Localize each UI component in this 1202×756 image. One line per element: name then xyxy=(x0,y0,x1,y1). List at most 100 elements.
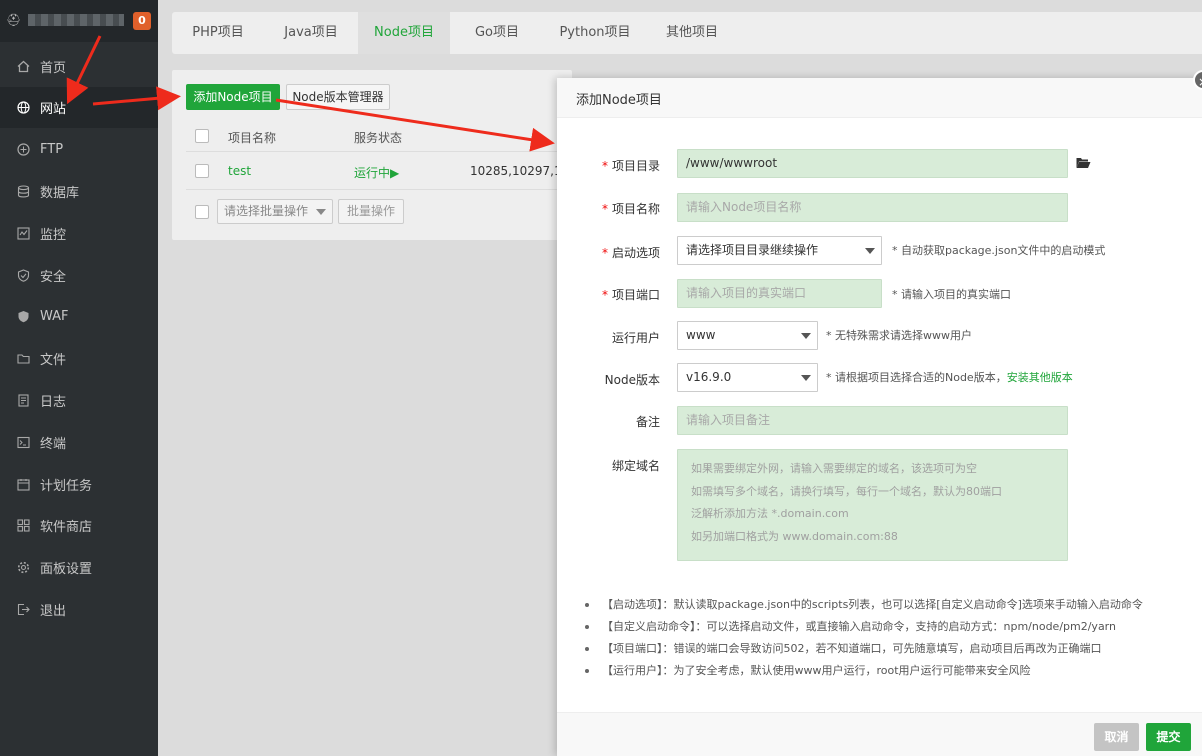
chevron-down-icon xyxy=(801,333,811,339)
tab-go[interactable]: Go项目 xyxy=(450,12,544,54)
label-remark: 备注 xyxy=(635,415,660,429)
label-project-name: * 项目名称 xyxy=(601,202,660,216)
tab-node[interactable]: Node项目 xyxy=(358,12,450,54)
apps-icon xyxy=(16,519,30,533)
tab-other[interactable]: 其他项目 xyxy=(646,12,738,54)
remark-input[interactable]: 请输入项目备注 xyxy=(677,406,1068,435)
table-header: 项目名称 服务状态 xyxy=(186,120,566,152)
sidebar-item-waf[interactable]: WAF xyxy=(0,296,158,337)
node-version-hint: * 请根据项目选择合适的Node版本，安装其他版本 xyxy=(826,371,1073,384)
project-port-input[interactable]: 请输入项目的真实端口 xyxy=(677,279,882,308)
calendar-icon xyxy=(16,478,30,492)
label-run-user: 运行用户 xyxy=(611,331,660,345)
shield-check-icon xyxy=(16,269,30,283)
tip-item: 【自定义启动命令】：可以选择启动文件，或直接输入启动命令，支持的启动方式：npm… xyxy=(585,616,1185,638)
logo-icon: ⛑ xyxy=(6,13,22,27)
sidebar-item-label: 监控 xyxy=(40,228,67,243)
sidebar-item-database[interactable]: 数据库 xyxy=(0,171,158,212)
chevron-down-icon xyxy=(865,248,875,254)
dialog-title: 添加Node项目 xyxy=(576,93,662,108)
tip-item: 【运行用户】：为了安全考虑，默认使用www用户运行，root用户运行可能带来安全… xyxy=(585,660,1185,682)
project-dir-input[interactable]: /www/wwwroot xyxy=(677,149,1068,178)
run-user-hint: * 无特殊需求请选择www用户 xyxy=(826,329,972,342)
start-option-value: 请选择项目目录继续操作 xyxy=(686,243,819,257)
sidebar-item-settings[interactable]: 面板设置 xyxy=(0,547,158,588)
project-status[interactable]: 运行中▶ xyxy=(354,164,399,181)
sidebar-item-label: 面板设置 xyxy=(40,562,93,577)
domain-placeholder-line: 如另加端口格式为 www.domain.com:88 xyxy=(691,529,898,543)
monitor-icon xyxy=(16,227,30,241)
sidebar: ⛑ 0 首页 网站 FTP 数据库 监控 安全 WAF 文件 日志 终端 计划任… xyxy=(0,0,158,756)
table-row: test 运行中▶ 10285,10297,10 xyxy=(186,152,570,190)
gear-icon xyxy=(16,561,30,575)
sidebar-item-logout[interactable]: 退出 xyxy=(0,589,158,630)
notification-badge[interactable]: 0 xyxy=(133,12,151,30)
chevron-down-icon xyxy=(316,209,326,215)
help-tips: 【启动选项】：默认读取package.json中的scripts列表，也可以选择… xyxy=(585,594,1185,682)
tab-java[interactable]: Java项目 xyxy=(264,12,358,54)
cancel-button[interactable]: 取消 xyxy=(1094,723,1139,751)
submit-button[interactable]: 提交 xyxy=(1146,723,1191,751)
sidebar-item-label: 软件商店 xyxy=(40,520,93,535)
sidebar-item-label: 计划任务 xyxy=(40,479,93,494)
label-project-dir: * 项目目录 xyxy=(601,159,660,173)
sidebar-item-label: 终端 xyxy=(40,437,67,452)
batch-checkbox[interactable] xyxy=(195,205,209,219)
domain-placeholder-line: 如果需要绑定外网，请输入需要绑定的域名，该选项可为空 xyxy=(691,462,977,475)
log-icon xyxy=(16,394,30,408)
batch-select-label: 请选择批量操作 xyxy=(224,204,309,218)
node-version-select[interactable]: v16.9.0 xyxy=(677,363,818,392)
logout-icon xyxy=(16,603,30,617)
folder-icon xyxy=(16,352,30,366)
chevron-down-icon xyxy=(801,375,811,381)
sidebar-item-ftp[interactable]: FTP xyxy=(0,129,158,170)
folder-open-icon[interactable] xyxy=(1076,157,1091,172)
sidebar-item-cron[interactable]: 计划任务 xyxy=(0,464,158,505)
label-start-option: * 启动选项 xyxy=(601,246,660,260)
sidebar-item-security[interactable]: 安全 xyxy=(0,255,158,296)
sidebar-item-label: FTP xyxy=(40,142,64,157)
shield-icon xyxy=(16,310,30,324)
bind-domain-textarea[interactable]: 如果需要绑定外网，请输入需要绑定的域名，该选项可为空 如需填写多个域名，请换行填… xyxy=(677,449,1068,561)
database-icon xyxy=(16,185,30,199)
label-node-version: Node版本 xyxy=(604,373,660,387)
column-header-name[interactable]: 项目名称 xyxy=(228,129,276,146)
project-ports: 10285,10297,10 xyxy=(470,164,570,178)
sidebar-item-label: 日志 xyxy=(40,395,67,410)
add-node-project-button[interactable]: 添加Node项目 xyxy=(186,84,280,110)
sidebar-item-label: 退出 xyxy=(40,604,67,619)
start-option-hint: * 自动获取package.json文件中的启动模式 xyxy=(892,244,1106,257)
sidebar-item-label: 首页 xyxy=(40,61,67,76)
sidebar-item-store[interactable]: 软件商店 xyxy=(0,505,158,546)
sidebar-item-files[interactable]: 文件 xyxy=(0,338,158,379)
install-other-version-link[interactable]: 安装其他版本 xyxy=(1007,371,1073,384)
batch-operation-select[interactable]: 请选择批量操作 xyxy=(217,199,333,224)
project-name-link[interactable]: test xyxy=(228,164,251,178)
sidebar-item-monitor[interactable]: 监控 xyxy=(0,213,158,254)
tab-php[interactable]: PHP项目 xyxy=(172,12,264,54)
sidebar-item-terminal[interactable]: 终端 xyxy=(0,422,158,463)
sidebar-item-home[interactable]: 首页 xyxy=(0,46,158,87)
ftp-icon xyxy=(16,143,30,157)
sidebar-item-label: 安全 xyxy=(40,270,67,285)
project-port-hint: * 请输入项目的真实端口 xyxy=(892,288,1011,301)
select-all-checkbox[interactable] xyxy=(195,129,209,143)
sidebar-item-logs[interactable]: 日志 xyxy=(0,380,158,421)
start-option-select[interactable]: 请选择项目目录继续操作 xyxy=(677,236,882,265)
column-header-status[interactable]: 服务状态 xyxy=(354,129,402,146)
tip-item: 【启动选项】：默认读取package.json中的scripts列表，也可以选择… xyxy=(585,594,1185,616)
label-project-port: * 项目端口 xyxy=(601,288,660,302)
project-name-input[interactable]: 请输入Node项目名称 xyxy=(677,193,1068,222)
domain-placeholder-line: 如需填写多个域名，请换行填写，每行一个域名，默认为80端口 xyxy=(691,484,1002,498)
run-user-value: www xyxy=(686,328,716,342)
node-version-manager-button[interactable]: Node版本管理器 xyxy=(286,84,390,110)
server-name-blurred xyxy=(28,14,124,26)
sidebar-item-website[interactable]: 网站 xyxy=(0,87,158,128)
terminal-icon xyxy=(16,436,30,450)
sidebar-header: ⛑ 0 xyxy=(0,0,158,42)
tab-python[interactable]: Python项目 xyxy=(544,12,646,54)
run-user-select[interactable]: www xyxy=(677,321,818,350)
batch-operation-button[interactable]: 批量操作 xyxy=(338,199,404,224)
node-version-value: v16.9.0 xyxy=(686,370,732,384)
row-checkbox[interactable] xyxy=(195,164,209,178)
